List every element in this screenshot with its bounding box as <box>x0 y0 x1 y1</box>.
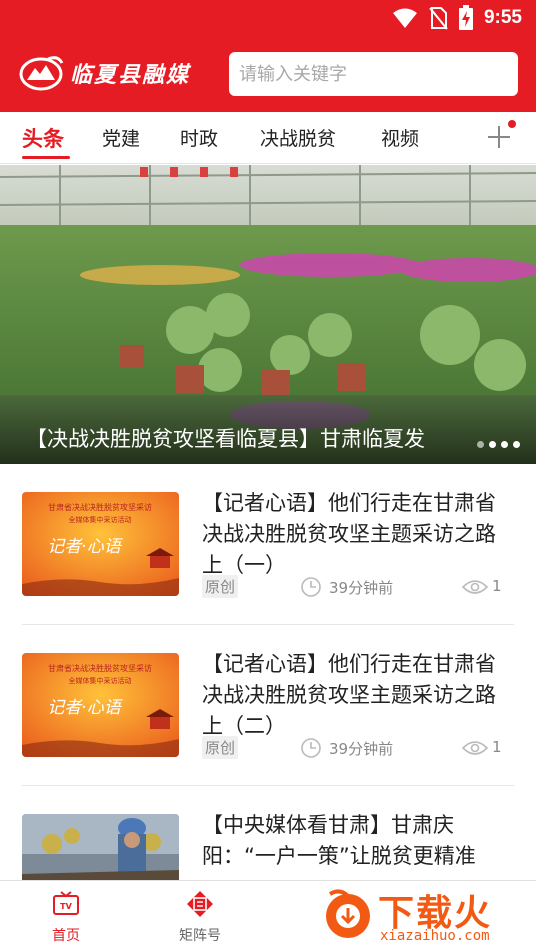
category-tab-bar: 头条 党建 时政 决战脱贫 视频 <box>0 112 536 164</box>
news-list-item[interactable]: 甘肃省决战决胜脱贫攻坚采访 全媒体集中采访活动 记者·心语 【记者心语】他们行走… <box>22 652 514 763</box>
active-tab-indicator <box>22 156 70 159</box>
thumbnail-text: 全媒体集中采访活动 <box>69 676 132 685</box>
tab-party-building[interactable]: 党建 <box>102 124 140 151</box>
watermark: 下载火 xiazaihuo.com <box>316 882 536 952</box>
nav-matrix-label: 矩阵号 <box>179 928 221 944</box>
svg-text:TV: TV <box>60 902 72 911</box>
clock-icon <box>301 577 321 597</box>
banner-caption: 【决战决胜脱贫攻坚看临夏县】甘肃临夏发 <box>26 427 425 451</box>
tab-video[interactable]: 视频 <box>381 124 419 151</box>
nav-matrix[interactable]: 矩阵号 <box>160 889 240 945</box>
carousel-dot <box>489 441 496 448</box>
thumbnail-text: 甘肃省决战决胜脱贫攻坚采访 <box>48 502 152 512</box>
thumbnail-text: 记者·心语 <box>47 537 123 557</box>
view-count: 1 <box>492 577 502 595</box>
thumbnail-text: 甘肃省决战决胜脱贫攻坚采访 <box>48 663 152 673</box>
eye-icon <box>462 741 488 755</box>
nav-home[interactable]: TV 首页 <box>26 889 106 945</box>
news-title: 【记者心语】他们行走在甘肃省决战决胜脱贫攻坚主题采访之路上（一） <box>202 491 496 577</box>
news-thumbnail: 甘肃省决战决胜脱贫攻坚采访 全媒体集中采访活动 记者·心语 <box>22 653 179 757</box>
tab-headlines[interactable]: 头条 <box>22 123 64 153</box>
news-thumbnail: 甘肃省决战决胜脱贫攻坚采访 全媒体集中采访活动 记者·心语 <box>22 492 179 596</box>
carousel-dot <box>513 441 520 448</box>
thumbnail-text: 记者·心语 <box>47 698 123 718</box>
news-list-item[interactable]: 甘肃省决战决胜脱贫攻坚采访 全媒体集中采访活动 记者·心语 【记者心语】他们行走… <box>22 491 514 602</box>
news-thumbnail <box>22 814 179 880</box>
search-input[interactable] <box>229 52 518 96</box>
tab-politics[interactable]: 时政 <box>180 124 218 151</box>
wifi-icon <box>392 8 417 28</box>
clock: 9:55 <box>483 7 522 28</box>
news-title: 【中央媒体看甘肃】甘肃庆阳：“一户一策”让脱贫更精准 <box>202 814 476 868</box>
no-sim-icon <box>429 7 448 30</box>
news-meta: 原创 39分钟前 1 <box>202 575 514 601</box>
publish-time: 39分钟前 <box>329 579 394 597</box>
news-meta: 原创 39分钟前 1 <box>202 736 514 762</box>
publish-time: 39分钟前 <box>329 740 394 758</box>
matrix-seal-icon <box>187 891 213 917</box>
tv-icon: TV <box>53 891 79 915</box>
list-divider <box>22 624 514 625</box>
carousel-dot <box>501 441 508 448</box>
original-tag: 原创 <box>202 575 239 598</box>
banner-carousel[interactable]: 【决战决胜脱贫攻坚看临夏县】甘肃临夏发 <box>0 165 536 464</box>
watermark-logo-icon <box>326 889 370 938</box>
original-tag: 原创 <box>202 736 239 759</box>
status-bar: 9:55 <box>0 0 536 36</box>
status-icons: 9:55 <box>392 5 522 31</box>
news-list-item[interactable]: 【中央媒体看甘肃】甘肃庆阳：“一户一策”让脱贫更精准 <box>22 814 514 880</box>
watermark-url: xiazaihuo.com <box>380 928 490 944</box>
app-name: 临夏县融媒 <box>70 62 191 88</box>
thumbnail-text: 全媒体集中采访活动 <box>69 515 132 524</box>
tab-poverty-alleviation[interactable]: 决战脱贫 <box>260 124 336 151</box>
carousel-indicator <box>477 441 520 448</box>
nav-home-label: 首页 <box>52 928 80 944</box>
view-count: 1 <box>492 738 502 756</box>
eye-icon <box>462 580 488 594</box>
list-divider <box>22 785 514 786</box>
carousel-dot <box>477 441 484 448</box>
app-logo[interactable]: 临夏县融媒 <box>18 50 198 96</box>
logo-mountain-icon <box>19 56 64 91</box>
search-box[interactable] <box>229 52 518 96</box>
clock-icon <box>301 738 321 758</box>
news-title: 【记者心语】他们行走在甘肃省决战决胜脱贫攻坚主题采访之路上（二） <box>202 652 496 738</box>
new-channel-badge <box>508 120 516 128</box>
app-header: 临夏县融媒 <box>0 36 536 112</box>
battery-charging-icon <box>458 5 473 30</box>
